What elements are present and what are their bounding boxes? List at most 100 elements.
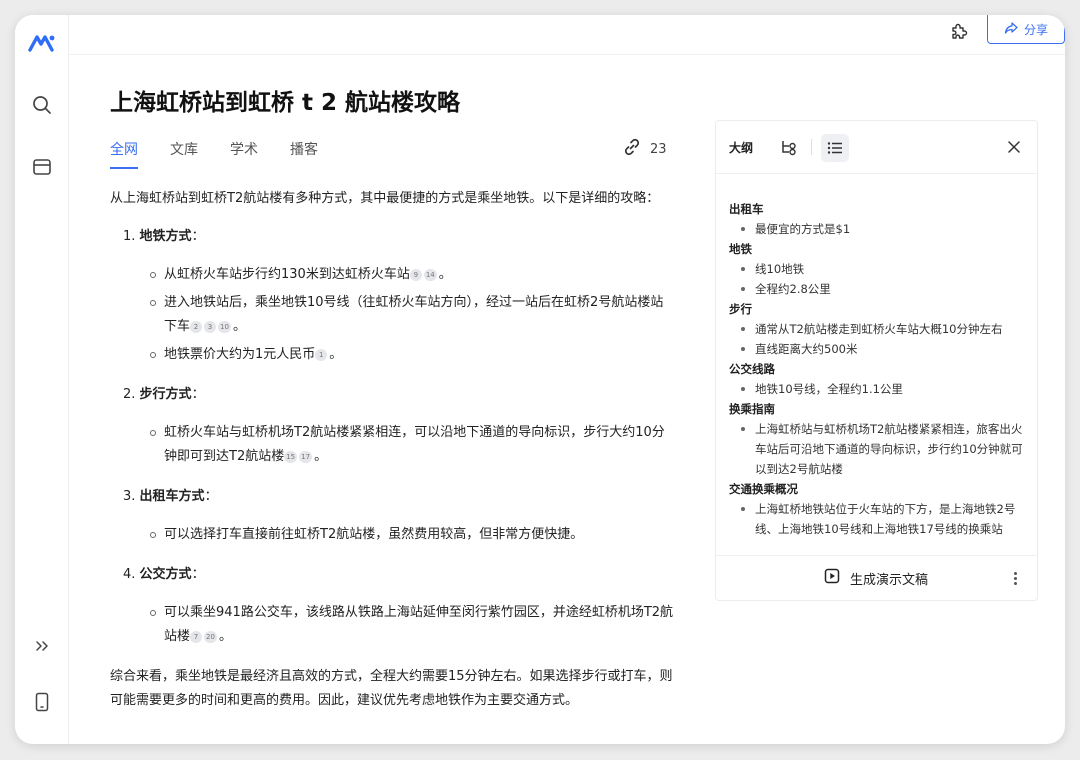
outline-header: 大纲 [716,121,1037,174]
app-window: 分享 上海虹桥站到虹桥 t 2 航站楼攻略 全网 文库 学术 播客 23 从上海… [15,15,1065,744]
outline-heading[interactable]: 出租车 [729,199,1029,219]
section-number: 4. [123,567,136,582]
tab-podcast[interactable]: 播客 [290,139,318,163]
close-icon[interactable] [1002,135,1026,159]
citation-badge[interactable]: 17 [299,451,313,463]
citation-badge[interactable]: 1 [315,349,328,361]
presentation-play-icon [824,568,840,588]
citation-badge[interactable]: 20 [204,631,217,643]
outline-item[interactable]: 全程约2.8公里 [729,279,1029,299]
citation-badge[interactable]: 9 [409,269,422,281]
section-item: 1. 地铁方式： 从虹桥火车站步行约130米到达虹桥火车站 9 14。进入地铁站后，乘… [110,225,675,367]
double-chevron-right-icon[interactable] [28,632,56,660]
bullet-item: 进入地铁站后，乘坐地铁10号线（往虹桥火车站方向），经过一站后在虹桥2号航站楼站… [150,291,675,339]
bullet-end: 。 [329,347,343,362]
outline-heading[interactable]: 步行 [729,299,1029,319]
outline-panel: 大纲 出租车 最便宜的方式是$1 地铁 线10地铁 全程约2.8公里 步行 通常从T2航站楼… [715,120,1038,601]
section-heading: 出租车方式 [139,489,205,504]
citation-badge[interactable]: 14 [423,269,437,281]
puzzle-icon[interactable] [945,18,973,46]
more-options-icon[interactable] [1008,567,1022,589]
section-number: 3. [123,489,136,504]
section-suffix: ： [204,489,218,504]
top-bar: 分享 [69,15,1065,55]
section-bullets: 可以乘坐941路公交车，该线路从铁路上海站延伸至闵行紫竹园区，并途经虹桥机场T2… [150,601,675,649]
intro-paragraph: 从上海虹桥站到虹桥T2航站楼有多种方式，其中最便捷的方式是乘坐地铁。以下是详细的… [110,191,660,206]
source-count: 23 [650,141,667,157]
outline-title: 大纲 [729,141,754,155]
generate-presentation-button[interactable]: 生成演示文稿 [824,568,928,588]
search-icon[interactable] [28,91,56,119]
bullet-item: 从虹桥火车站步行约130米到达虹桥火车站 9 14。 [150,263,675,287]
citation-badge[interactable]: 3 [204,321,217,333]
generate-presentation-label: 生成演示文稿 [850,572,929,588]
section-title: 1. 地铁方式： [123,225,675,249]
section-item: 2. 步行方式： 虹桥火车站与虹桥机场T2航站楼紧紧相连，可以沿地下通道的导向标识… [110,383,675,469]
phone-icon[interactable] [28,688,56,716]
sources-button[interactable]: 23 [622,137,667,161]
link-icon [622,137,642,161]
section-suffix: ： [191,229,205,244]
section-bullets: 从虹桥火车站步行约130米到达虹桥火车站 9 14。进入地铁站后，乘坐地铁10号线（… [150,263,675,367]
bullet-item: 可以选择打车直接前往虹桥T2航站楼，虽然费用较高，但非常方便快捷。 [150,523,675,547]
outline-item[interactable]: 通常从T2航站楼走到虹桥火车站大概10分钟左右 [729,319,1029,339]
citation-badge[interactable]: 10 [218,321,231,333]
outline-heading[interactable]: 地铁 [729,239,1029,259]
tab-library[interactable]: 文库 [170,139,198,163]
bullet-end: 。 [218,629,232,644]
window-icon[interactable] [28,153,56,181]
section-heading: 地铁方式 [139,229,192,244]
section-item: 3. 出租车方式： 可以选择打车直接前往虹桥T2航站楼，虽然费用较高，但非常方便快… [110,485,675,547]
share-icon [1004,21,1018,38]
list-view-icon[interactable] [821,134,849,162]
tab-academic[interactable]: 学术 [230,139,258,163]
section-number: 2. [123,387,136,402]
outline-item[interactable]: 地铁10号线，全程约1.1公里 [729,379,1029,399]
bullet-item: 地铁票价大约为1元人民币 1。 [150,343,675,367]
section-list: 1. 地铁方式： 从虹桥火车站步行约130米到达虹桥火车站 9 14。进入地铁站后，乘… [110,225,675,649]
bullet-text: 可以选择打车直接前往虹桥T2航站楼，虽然费用较高，但非常方便快捷。 [164,527,584,542]
citation-badge[interactable]: 15 [284,451,298,463]
section-title: 4. 公交方式： [123,563,675,587]
citation-badge[interactable]: 7 [190,631,203,643]
share-button[interactable]: 分享 [987,15,1065,44]
logo-icon[interactable] [28,29,56,57]
outline-heading[interactable]: 换乘指南 [729,399,1029,419]
answer-article: 从上海虹桥站到虹桥T2航站楼有多种方式，其中最便捷的方式是乘坐地铁。以下是详细的… [110,187,675,713]
outline-item[interactable]: 上海虹桥站与虹桥机场T2航站楼紧紧相连，旅客出火车站后可沿地下通道的导向标识，步… [729,419,1029,479]
section-bullets: 可以选择打车直接前往虹桥T2航站楼，虽然费用较高，但非常方便快捷。 [150,523,675,547]
share-label: 分享 [1023,22,1048,37]
bullet-end: 。 [438,267,452,282]
source-tabs: 全网 文库 学术 播客 [110,139,350,169]
outline-body: 出租车 最便宜的方式是$1 地铁 线10地铁 全程约2.8公里 步行 通常从T2航站楼走到虹… [729,199,1029,539]
section-suffix: ： [191,567,205,582]
outline-item[interactable]: 上海虹桥地铁站位于火车站的下方，是上海地铁2号线、上海地铁10号线和上海地铁17… [729,499,1029,539]
section-heading: 步行方式 [139,387,192,402]
section-number: 1. [123,229,136,244]
bullet-end: 。 [314,449,328,464]
bullet-item: 可以乘坐941路公交车，该线路从铁路上海站延伸至闵行紫竹园区，并途经虹桥机场T2… [150,601,675,649]
outline-header-divider [811,139,812,155]
outline-item[interactable]: 线10地铁 [729,259,1029,279]
outline-footer: 生成演示文稿 [716,555,1037,600]
bullet-item: 虹桥火车站与虹桥机场T2航站楼紧紧相连，可以沿地下通道的导向标识，步行大约10分… [150,421,675,469]
outline-item[interactable]: 最便宜的方式是$1 [729,219,1029,239]
outline-item[interactable]: 直线距离大约500米 [729,339,1029,359]
section-title: 2. 步行方式： [123,383,675,407]
outline-heading[interactable]: 公交线路 [729,359,1029,379]
mindmap-icon[interactable] [776,135,802,161]
section-title: 3. 出租车方式： [123,485,675,509]
section-heading: 公交方式 [139,567,192,582]
bullet-text: 从虹桥火车站步行约130米到达虹桥火车站 [164,267,410,282]
citation-badge[interactable]: 2 [190,321,203,333]
bullet-text: 虹桥火车站与虹桥机场T2航站楼紧紧相连，可以沿地下通道的导向标识，步行大约10分… [164,425,665,464]
tab-all-web[interactable]: 全网 [110,139,138,169]
page-title: 上海虹桥站到虹桥 t 2 航站楼攻略 [110,90,461,116]
bullet-text: 地铁票价大约为1元人民币 [164,347,316,362]
sidebar [15,15,69,744]
outline-heading[interactable]: 交通换乘概况 [729,479,1029,499]
bullet-text: 可以乘坐941路公交车，该线路从铁路上海站延伸至闵行紫竹园区，并途经虹桥机场T2… [164,605,674,644]
section-item: 4. 公交方式： 可以乘坐941路公交车，该线路从铁路上海站延伸至闵行紫竹园区，并… [110,563,675,649]
section-bullets: 虹桥火车站与虹桥机场T2航站楼紧紧相连，可以沿地下通道的导向标识，步行大约10分… [150,421,675,469]
section-suffix: ： [191,387,205,402]
